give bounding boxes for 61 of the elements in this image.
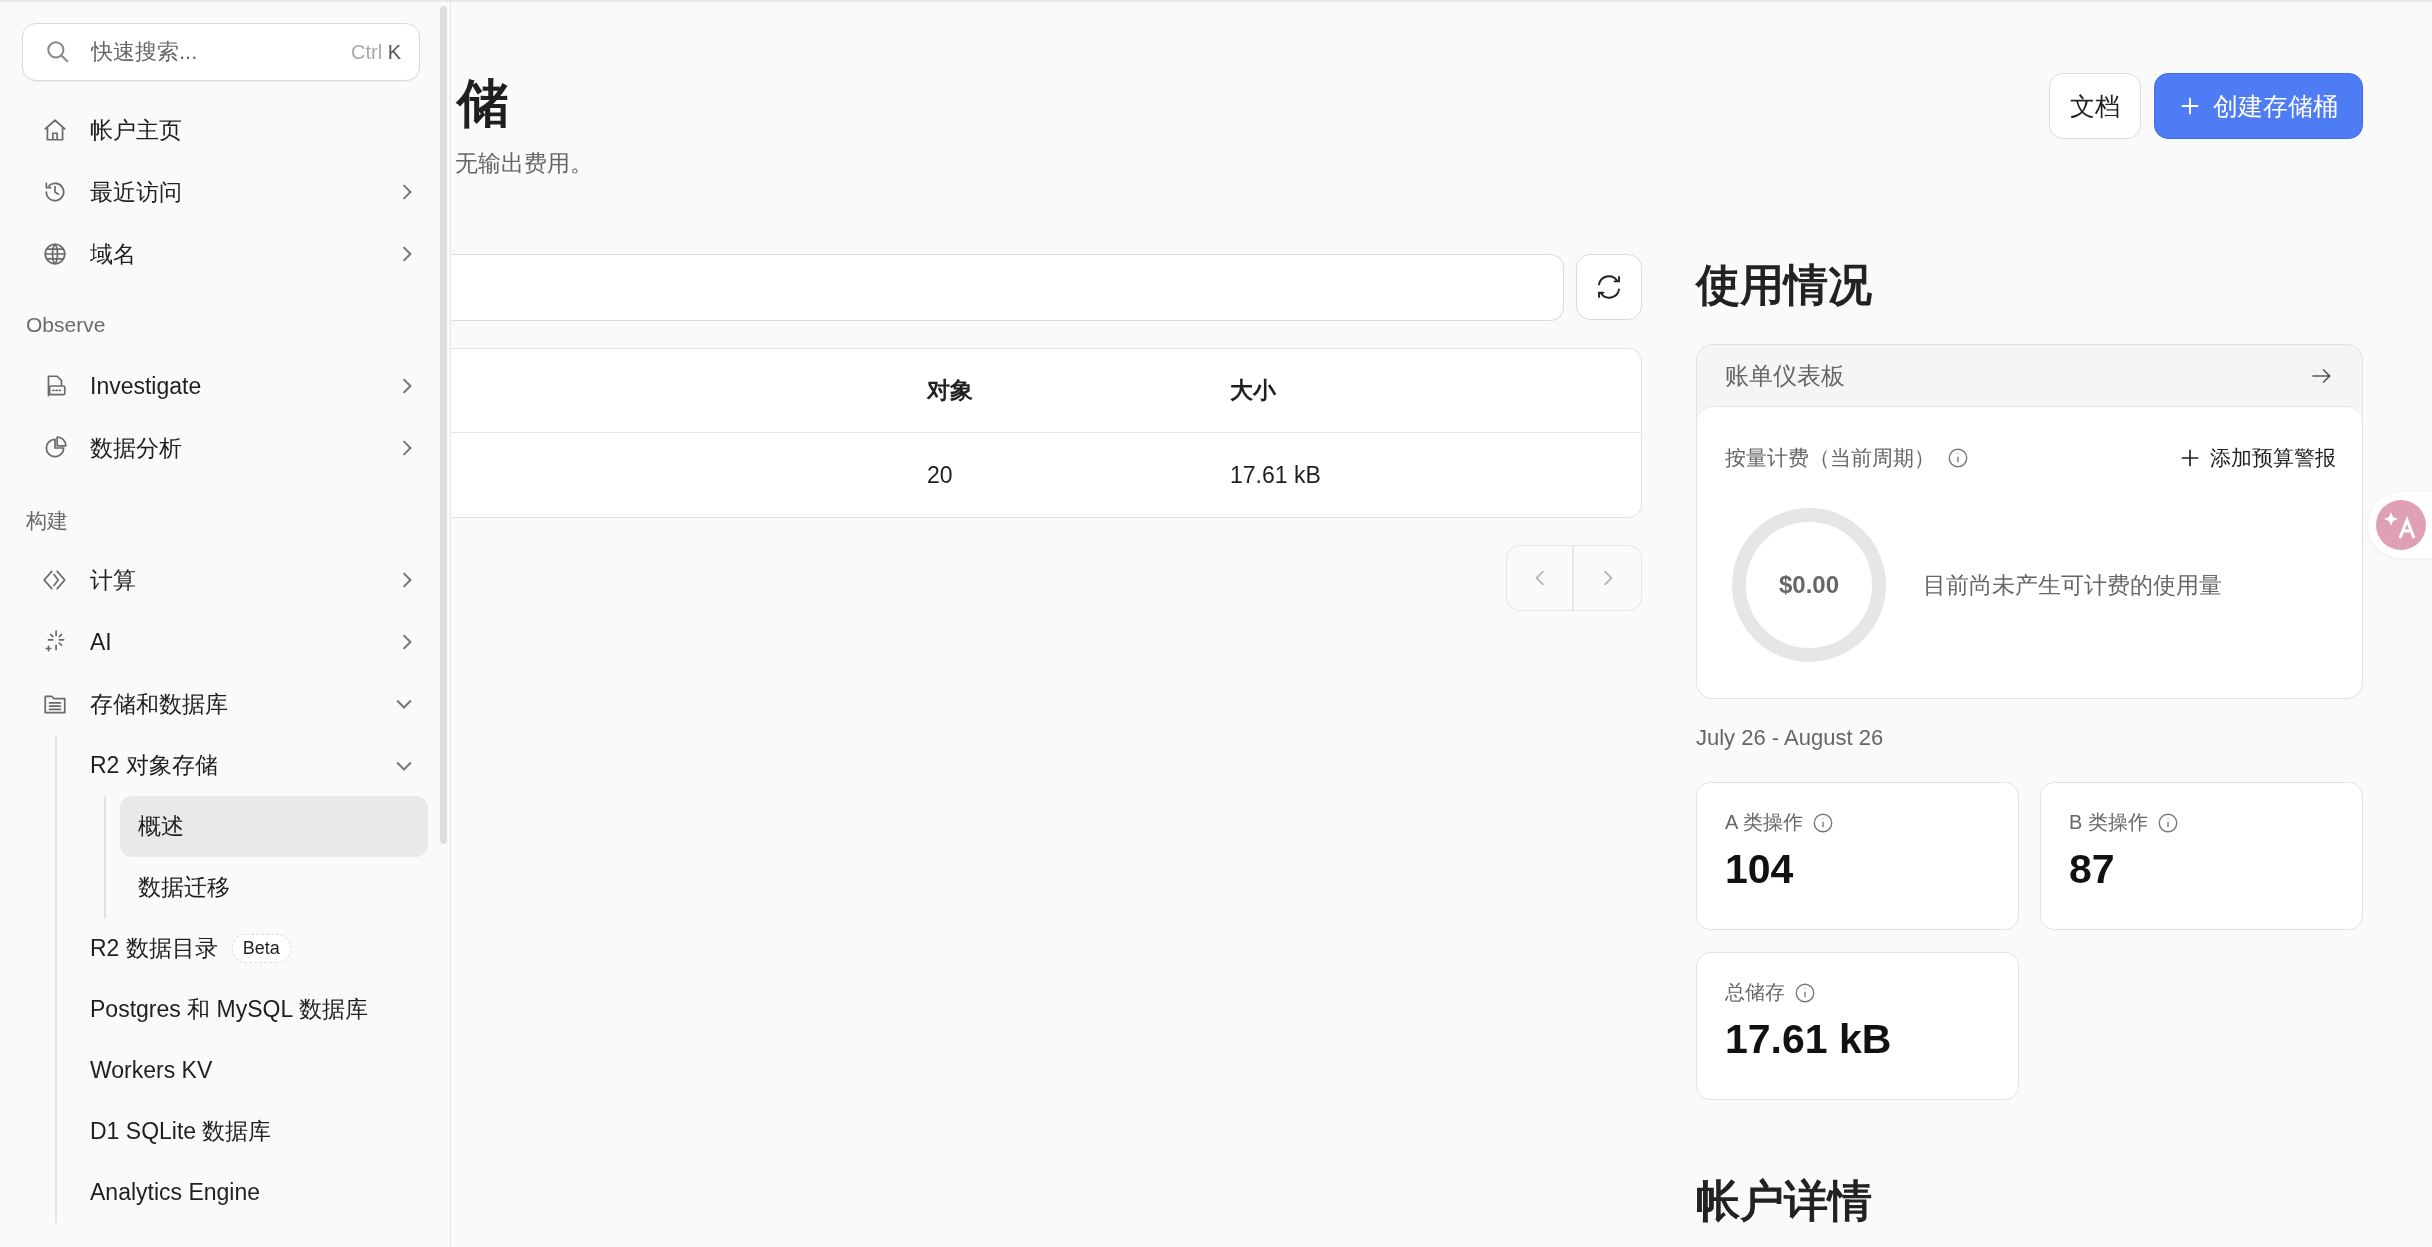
stat-label: B 类操作: [2069, 810, 2148, 835]
nav-item[interactable]: R2 对象存储: [57, 735, 420, 796]
table-cell-text: 20: [927, 461, 954, 489]
page-subtitle: 无输出费用。: [454, 149, 593, 178]
usage-message: 目前尚未产生可计费的使用量: [1923, 570, 2222, 600]
nav-item[interactable]: Postgres 和 MySQL 数据库: [57, 979, 420, 1040]
billing-label: 按量计费（当前周期）: [1725, 445, 1935, 471]
docs-button[interactable]: 文档: [2049, 73, 2141, 139]
stat-label: 总储存: [1725, 980, 1785, 1005]
history-icon: [42, 179, 68, 205]
date-range: July 26 - August 26: [1696, 725, 1885, 752]
beta-badge: Beta: [231, 934, 291, 963]
nav-item[interactable]: 计算: [22, 549, 420, 611]
nav-item[interactable]: Investigate: [22, 355, 420, 417]
chevron-right-icon: [1602, 570, 1613, 586]
search-icon: [45, 39, 71, 65]
search-input[interactable]: 快速搜索...: [89, 38, 351, 66]
section-heading: 使用情况: [1696, 259, 1873, 311]
create-bucket-button[interactable]: 创建存储桶: [2154, 73, 2363, 139]
plus-icon: [2179, 95, 2201, 117]
nav-item[interactable]: 数据分析: [22, 417, 420, 479]
nav-item[interactable]: 数据迁移: [120, 857, 428, 918]
scrollbar[interactable]: [440, 6, 447, 844]
globe-icon: [42, 241, 68, 267]
stat-value: 17.61 kB: [1725, 1016, 1893, 1063]
search-field[interactable]: [451, 254, 1564, 321]
nav-item[interactable]: 概述: [120, 796, 428, 857]
nav-item[interactable]: Analytics Engine: [57, 1162, 420, 1223]
plus-icon: [2180, 448, 2200, 468]
nav-item[interactable]: D1 SQLite 数据库: [57, 1101, 420, 1162]
nav-item[interactable]: 域名: [22, 223, 420, 285]
section-heading: 构建: [25, 508, 69, 534]
nav-item[interactable]: AI: [22, 611, 420, 673]
shortcut-hint: Ctrl K: [351, 40, 401, 64]
code-brackets-icon: [42, 567, 68, 593]
stat-value: 87: [2069, 846, 2116, 893]
nav-item[interactable]: 帐户主页: [22, 99, 420, 161]
stat-value: 104: [1725, 846, 1795, 893]
page-title: 储: [455, 73, 510, 134]
info-icon: [1947, 447, 1969, 469]
column-header: 对象: [927, 376, 974, 405]
home-icon: [42, 117, 68, 143]
nav-item[interactable]: Workers KV: [57, 1040, 420, 1101]
translate-icon[interactable]: [2376, 500, 2426, 550]
column-header: 大小: [1230, 376, 1277, 405]
section-heading: 帐户详情: [1696, 1175, 1873, 1227]
table-cell-text: 17.61 kB: [1230, 461, 1322, 489]
chevron-left-icon: [1534, 570, 1545, 586]
section-heading: Observe: [25, 312, 107, 338]
add-budget-alert-button[interactable]: 添加预算警报: [2180, 444, 2336, 472]
refresh-button[interactable]: [1576, 254, 1642, 320]
nav-item[interactable]: 存储和数据库: [22, 673, 420, 735]
stat-label: A 类操作: [1725, 810, 1803, 835]
nav-item[interactable]: 最近访问: [22, 161, 420, 223]
info-icon: [2156, 811, 2179, 834]
nav-item[interactable]: R2 数据目录 Beta: [57, 918, 420, 979]
billing-dashboard-link[interactable]: 账单仪表板: [1697, 345, 2362, 406]
info-icon: [1811, 811, 1834, 834]
info-icon: [1794, 981, 1816, 1004]
amount-value: $0.00: [1778, 571, 1840, 599]
search-field[interactable]: 快速搜索... Ctrl K: [22, 23, 420, 81]
